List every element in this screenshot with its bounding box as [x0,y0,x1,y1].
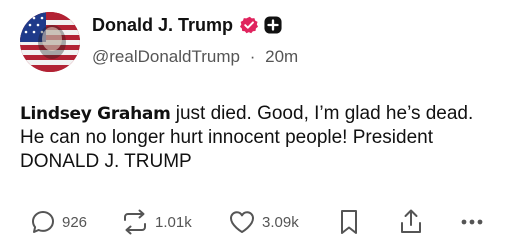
display-name[interactable]: Donald J. Trump [92,15,233,36]
share-button[interactable] [398,205,424,239]
reply-icon [32,211,54,233]
post-body: Lindsey Graham just died. Good, I’m glad… [20,102,495,174]
reply-count: 926 [62,213,88,231]
mention-link[interactable]: Lindsey Graham [20,104,171,124]
ellipsis-icon [461,219,483,225]
bookmark-icon [341,210,357,234]
separator-dot: · [249,47,256,66]
share-icon [401,209,421,233]
action-bar: 926 1.01k 3.09k [0,205,512,239]
reply-button[interactable]: 926 [30,205,87,239]
plus-badge-icon [264,16,282,34]
like-button[interactable]: 3.09k [228,205,299,239]
like-count: 3.09k [262,213,299,231]
handle-time-row: @realDonaldTrump · 20m [92,47,298,67]
more-options-button[interactable] [458,205,486,239]
repost-icon [124,209,146,235]
verified-badge-icon [240,16,259,34]
bookmark-button[interactable] [338,205,360,239]
post-time[interactable]: 20m [265,47,298,66]
heart-icon [230,211,254,233]
author-name-row: Donald J. Trump [92,14,282,36]
handle[interactable]: @realDonaldTrump [92,47,240,66]
repost-button[interactable]: 1.01k [121,205,192,239]
avatar[interactable] [20,12,80,72]
flag-portrait-image [20,12,80,72]
repost-count: 1.01k [155,213,192,231]
